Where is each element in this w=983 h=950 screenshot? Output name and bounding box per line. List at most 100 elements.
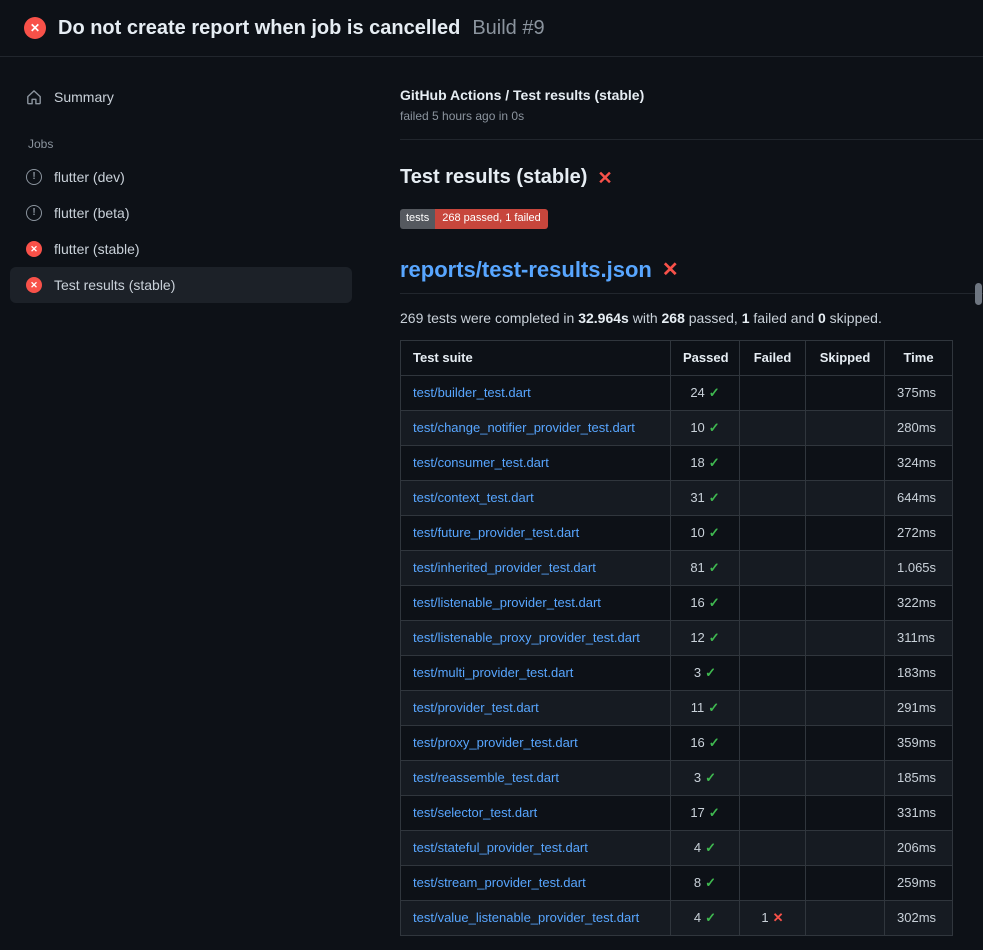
sidebar-item-summary[interactable]: Summary: [10, 79, 352, 115]
passed-count: 3: [694, 770, 701, 785]
sidebar-item-test-results-stable[interactable]: ✕ Test results (stable): [10, 267, 352, 303]
time-cell: 644ms: [885, 481, 953, 516]
time-cell: 1.065s: [885, 551, 953, 586]
failed-cell: [740, 446, 806, 481]
table-row: test/provider_test.dart 11✓ 291ms: [401, 691, 953, 726]
summary-number: 1: [742, 310, 750, 326]
failed-status-icon: ✕: [26, 277, 42, 293]
suite-cell: test/selector_test.dart: [401, 796, 671, 831]
test-suite-link[interactable]: test/stream_provider_test.dart: [413, 875, 586, 890]
time-cell: 183ms: [885, 656, 953, 691]
time-cell: 291ms: [885, 691, 953, 726]
suite-cell: test/stream_provider_test.dart: [401, 866, 671, 901]
badge-label: tests: [400, 209, 435, 229]
failed-cell: [740, 481, 806, 516]
check-icon: ✓: [705, 910, 716, 925]
sidebar-item-flutter-stable[interactable]: ✕ flutter (stable): [10, 231, 352, 267]
suite-cell: test/proxy_provider_test.dart: [401, 726, 671, 761]
skipped-cell: [806, 376, 885, 411]
failed-cell: [740, 831, 806, 866]
test-suite-link[interactable]: test/selector_test.dart: [413, 805, 537, 820]
suite-cell: test/stateful_provider_test.dart: [401, 831, 671, 866]
passed-count: 4: [694, 840, 701, 855]
run-meta: failed 5 hours ago in 0s: [400, 109, 983, 123]
neutral-status-icon: !: [26, 169, 42, 185]
time-cell: 322ms: [885, 586, 953, 621]
suite-cell: test/builder_test.dart: [401, 376, 671, 411]
failed-x-icon: ✕: [597, 169, 612, 187]
check-icon: ✓: [709, 805, 720, 820]
suite-cell: test/listenable_proxy_provider_test.dart: [401, 621, 671, 656]
test-suite-link[interactable]: test/stateful_provider_test.dart: [413, 840, 588, 855]
passed-cell: 3✓: [671, 656, 740, 691]
table-row: test/stateful_provider_test.dart4✓206ms: [401, 831, 953, 866]
suite-cell: test/change_notifier_provider_test.dart: [401, 411, 671, 446]
passed-cell: 31✓: [671, 481, 740, 516]
test-suite-link[interactable]: test/proxy_provider_test.dart: [413, 735, 578, 750]
skipped-cell: [806, 761, 885, 796]
main-content: GitHub Actions / Test results (stable) f…: [376, 57, 983, 936]
time-cell: 272ms: [885, 516, 953, 551]
test-suite-link[interactable]: test/listenable_provider_test.dart: [413, 595, 601, 610]
passed-count: 17: [690, 805, 704, 820]
check-icon: ✓: [709, 630, 720, 645]
sidebar-item-flutter-beta[interactable]: ! flutter (beta): [10, 195, 352, 231]
time-cell: 302ms: [885, 901, 953, 936]
check-icon: ✓: [709, 385, 720, 400]
passed-count: 11: [691, 700, 705, 715]
skipped-cell: [806, 411, 885, 446]
passed-cell: 16✓: [671, 586, 740, 621]
passed-count: 10: [690, 420, 704, 435]
skipped-cell: [806, 796, 885, 831]
test-suite-link[interactable]: test/value_listenable_provider_test.dart: [413, 910, 639, 925]
badge-value: 268 passed, 1 failed: [435, 209, 547, 229]
check-run-title-text: Test results (stable): [400, 166, 587, 189]
x-icon: ✕: [773, 910, 784, 925]
test-suite-link[interactable]: test/inherited_provider_test.dart: [413, 560, 596, 575]
test-suite-link[interactable]: test/consumer_test.dart: [413, 455, 549, 470]
jobs-section-label: Jobs: [10, 115, 352, 159]
failed-count: 1: [761, 910, 768, 925]
passed-count: 8: [694, 875, 701, 890]
time-cell: 324ms: [885, 446, 953, 481]
check-icon: ✓: [709, 525, 720, 540]
table-row: test/consumer_test.dart 18✓ 324ms: [401, 446, 953, 481]
test-suite-link[interactable]: test/multi_provider_test.dart: [413, 665, 573, 680]
check-icon: ✓: [709, 490, 720, 505]
test-suite-link[interactable]: test/builder_test.dart: [413, 385, 531, 400]
test-suite-link[interactable]: test/reassemble_test.dart: [413, 770, 559, 785]
test-suite-link[interactable]: test/change_notifier_provider_test.dart: [413, 420, 635, 435]
skipped-cell: [806, 621, 885, 656]
summary-text: with: [629, 310, 662, 326]
summary-text: skipped.: [826, 310, 882, 326]
tests-badge: tests 268 passed, 1 failed: [400, 209, 548, 229]
failed-cell: [740, 516, 806, 551]
scrollbar-thumb[interactable]: [975, 283, 982, 305]
passed-cell: 4✓: [671, 831, 740, 866]
passed-cell: 18✓: [671, 446, 740, 481]
failed-cell: [740, 691, 806, 726]
suite-cell: test/inherited_provider_test.dart: [401, 551, 671, 586]
report-link[interactable]: reports/test-results.json: [400, 257, 652, 283]
skipped-cell: [806, 901, 885, 936]
check-icon: ✓: [709, 455, 720, 470]
table-row: test/stream_provider_test.dart8✓259ms: [401, 866, 953, 901]
table-row: test/context_test.dart 31✓ 644ms: [401, 481, 953, 516]
test-suite-link[interactable]: test/context_test.dart: [413, 490, 534, 505]
test-suite-link[interactable]: test/future_provider_test.dart: [413, 525, 579, 540]
test-suite-link[interactable]: test/listenable_proxy_provider_test.dart: [413, 630, 640, 645]
sidebar-item-flutter-dev[interactable]: ! flutter (dev): [10, 159, 352, 195]
table-row: test/selector_test.dart17✓331ms: [401, 796, 953, 831]
header-time: Time: [885, 341, 953, 376]
summary-line: 269 tests were completed in 32.964s with…: [400, 310, 983, 326]
check-icon: ✓: [705, 770, 716, 785]
passed-cell: 81✓: [671, 551, 740, 586]
passed-cell: 11✓: [671, 691, 740, 726]
job-label: flutter (beta): [54, 205, 129, 221]
passed-cell: 4✓: [671, 901, 740, 936]
passed-count: 12: [690, 630, 704, 645]
time-cell: 359ms: [885, 726, 953, 761]
test-suite-link[interactable]: test/provider_test.dart: [413, 700, 539, 715]
table-row: test/reassemble_test.dart3✓185ms: [401, 761, 953, 796]
results-table: Test suite Passed Failed Skipped Time te…: [400, 340, 953, 936]
